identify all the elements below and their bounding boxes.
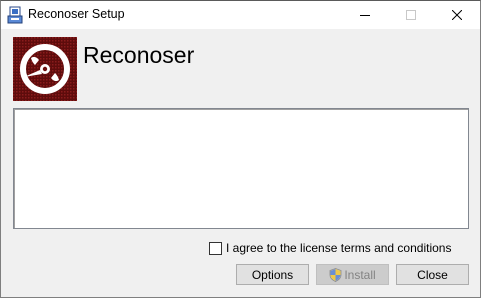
- license-agreement[interactable]: I agree to the license terms and conditi…: [209, 240, 451, 256]
- install-button[interactable]: Install: [316, 264, 389, 285]
- close-button-label: Close: [417, 267, 448, 282]
- maximize-icon: [406, 10, 416, 20]
- installer-icon: [7, 6, 23, 24]
- minimize-button[interactable]: [342, 1, 388, 29]
- minimize-icon: [360, 15, 370, 16]
- options-button[interactable]: Options: [236, 264, 309, 285]
- dialog-content: Reconoser I agree to the license terms a…: [1, 29, 480, 297]
- title-bar[interactable]: Reconoser Setup: [1, 1, 480, 29]
- license-checkbox[interactable]: [209, 241, 222, 255]
- uac-shield-icon: [329, 267, 342, 282]
- install-button-label: Install: [344, 267, 376, 282]
- close-window-button[interactable]: [434, 1, 480, 29]
- options-button-label: Options: [251, 267, 294, 282]
- setup-window: Reconoser Setup Reconoser I agree to the…: [0, 0, 481, 298]
- window-title: Reconoser Setup: [28, 7, 125, 21]
- license-text-area[interactable]: [13, 108, 469, 229]
- close-button[interactable]: Close: [396, 264, 469, 285]
- disc-icon: [13, 37, 77, 101]
- maximize-button[interactable]: [388, 1, 434, 29]
- license-checkbox-label[interactable]: I agree to the license terms and conditi…: [226, 241, 451, 255]
- product-name: Reconoser: [83, 42, 195, 68]
- close-icon: [452, 10, 462, 20]
